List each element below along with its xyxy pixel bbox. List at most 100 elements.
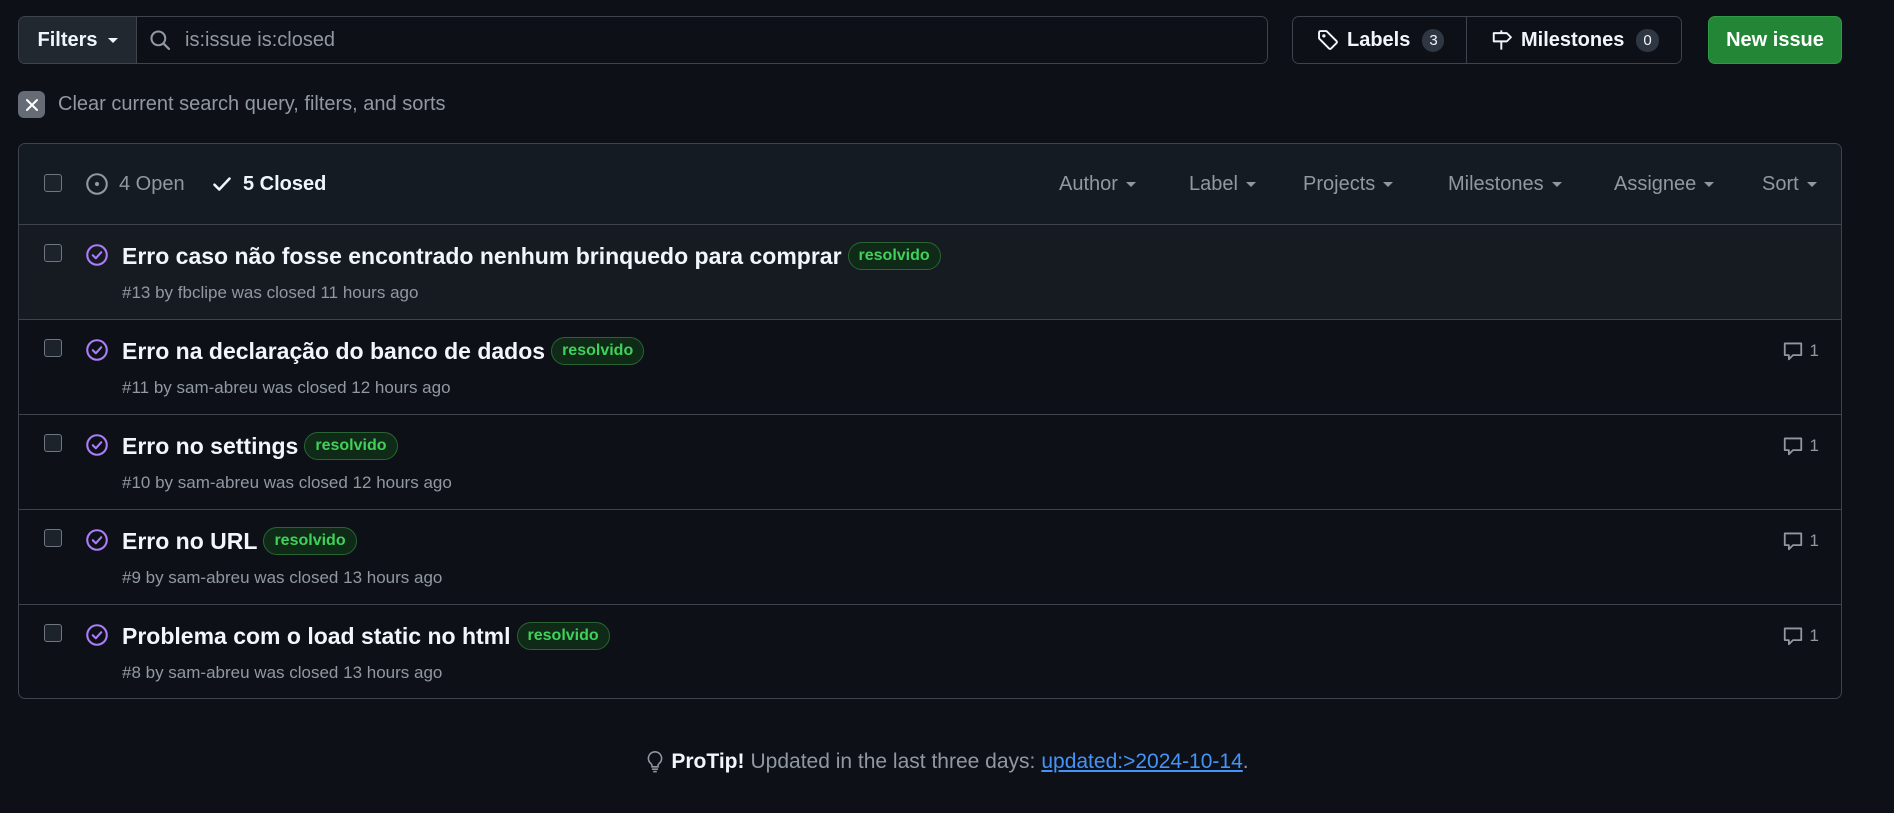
issue-closed-icon <box>85 528 109 552</box>
issue-row[interactable]: Erro no URL resolvido #9 by sam-abreu wa… <box>19 510 1841 605</box>
comments-count: 1 <box>1809 626 1819 645</box>
issue-row[interactable]: Problema com o load static no html resol… <box>19 605 1841 698</box>
milestone-icon <box>1491 29 1513 51</box>
issue-checkbox[interactable] <box>44 624 62 642</box>
caret-down-icon <box>1125 181 1136 187</box>
author-filter-menu[interactable]: Author <box>1059 144 1136 224</box>
issue-title-link[interactable]: Problema com o load static no html <box>122 623 511 650</box>
issues-toolbar: Filters Labels 3 Milestones 0 New issue <box>18 16 1842 64</box>
protip: ProTip! Updated in the last three days: … <box>0 750 1894 774</box>
clear-query-text: Clear current search query, filters, and… <box>58 93 446 115</box>
issues-list: 4 Open 5 Closed Author Label Projects Mi… <box>18 143 1842 699</box>
search-icon <box>149 29 171 51</box>
protip-heading: ProTip! <box>671 750 745 773</box>
search-box[interactable] <box>137 17 1267 63</box>
comments-count: 1 <box>1809 341 1819 360</box>
assignee-filter-menu[interactable]: Assignee <box>1614 144 1715 224</box>
caret-down-icon <box>1245 181 1256 187</box>
projects-filter-label: Projects <box>1303 172 1376 195</box>
issue-label-badge[interactable]: resolvido <box>551 337 645 365</box>
clear-query-link[interactable]: Clear current search query, filters, and… <box>18 91 446 118</box>
issue-row[interactable]: Erro caso não fosse encontrado nenhum br… <box>19 225 1841 320</box>
comment-icon <box>1782 340 1804 362</box>
closed-issues-label: 5 Closed <box>243 172 327 195</box>
issue-checkbox[interactable] <box>44 244 62 262</box>
label-filter-label: Label <box>1189 172 1238 195</box>
issue-title-link[interactable]: Erro caso não fosse encontrado nenhum br… <box>122 243 842 270</box>
issue-label-badge[interactable]: resolvido <box>516 622 610 650</box>
new-issue-button[interactable]: New issue <box>1708 16 1842 64</box>
issue-closed-icon <box>85 433 109 457</box>
issue-meta: #10 by sam-abreu was closed 12 hours ago <box>122 473 452 492</box>
comments-link[interactable]: 1 <box>1782 435 1819 457</box>
issue-closed-icon <box>85 623 109 647</box>
open-issues-label: 4 Open <box>119 172 185 195</box>
issue-label-badge[interactable]: resolvido <box>263 527 357 555</box>
caret-down-icon <box>107 37 118 43</box>
issue-title-line: Erro na declaração do banco de dados res… <box>122 337 645 365</box>
caret-down-icon <box>1383 181 1394 187</box>
tag-icon <box>1317 29 1339 51</box>
issue-meta: #11 by sam-abreu was closed 12 hours ago <box>122 378 451 397</box>
issue-title-line: Erro no settings resolvido <box>122 432 398 460</box>
filters-button[interactable]: Filters <box>19 17 137 63</box>
author-filter-label: Author <box>1059 172 1118 195</box>
issue-closed-icon <box>85 338 109 362</box>
issue-title-link[interactable]: Erro na declaração do banco de dados <box>122 338 545 365</box>
issue-checkbox[interactable] <box>44 339 62 357</box>
search-input[interactable] <box>171 17 1267 63</box>
issue-meta: #9 by sam-abreu was closed 13 hours ago <box>122 568 443 587</box>
issue-title-link[interactable]: Erro no URL <box>122 528 257 555</box>
issue-title-line: Problema com o load static no html resol… <box>122 622 610 650</box>
x-icon <box>18 91 45 118</box>
check-icon <box>211 173 233 195</box>
milestones-count-badge: 0 <box>1636 28 1659 52</box>
issue-label-badge[interactable]: resolvido <box>304 432 398 460</box>
protip-suffix: . <box>1242 750 1249 773</box>
labels-milestones-group: Labels 3 Milestones 0 <box>1292 16 1682 64</box>
projects-filter-menu[interactable]: Projects <box>1303 144 1394 224</box>
open-issues-tab[interactable]: 4 Open <box>85 144 185 224</box>
comments-count: 1 <box>1809 436 1819 455</box>
sort-menu[interactable]: Sort <box>1762 144 1817 224</box>
issue-title-line: Erro no URL resolvido <box>122 527 357 555</box>
issue-checkbox[interactable] <box>44 434 62 452</box>
caret-down-icon <box>1806 181 1817 187</box>
issue-title-line: Erro caso não fosse encontrado nenhum br… <box>122 242 941 270</box>
light-bulb-icon <box>645 750 665 774</box>
milestones-button[interactable]: Milestones 0 <box>1467 17 1681 63</box>
issue-title-link[interactable]: Erro no settings <box>122 433 298 460</box>
labels-button[interactable]: Labels 3 <box>1293 17 1467 63</box>
comments-link[interactable]: 1 <box>1782 530 1819 552</box>
issue-opened-icon <box>85 172 109 196</box>
labels-count-badge: 3 <box>1422 28 1445 52</box>
issue-closed-icon <box>85 243 109 267</box>
sort-label: Sort <box>1762 172 1799 195</box>
comment-icon <box>1782 530 1804 552</box>
issue-label-badge[interactable]: resolvido <box>847 242 941 270</box>
issue-row[interactable]: Erro no settings resolvido #10 by sam-ab… <box>19 415 1841 510</box>
issue-row[interactable]: Erro na declaração do banco de dados res… <box>19 320 1841 415</box>
caret-down-icon <box>1704 181 1715 187</box>
filters-search-group: Filters <box>18 16 1268 64</box>
milestones-filter-menu[interactable]: Milestones <box>1448 144 1562 224</box>
assignee-filter-label: Assignee <box>1614 172 1697 195</box>
labels-label: Labels <box>1347 28 1411 51</box>
caret-down-icon <box>1551 181 1562 187</box>
protip-link[interactable]: updated:>2024-10-14 <box>1041 750 1242 774</box>
filters-label: Filters <box>37 28 98 51</box>
issue-meta: #13 by fbclipe was closed 11 hours ago <box>122 283 419 302</box>
milestones-filter-label: Milestones <box>1448 172 1544 195</box>
milestones-label: Milestones <box>1521 28 1625 51</box>
closed-issues-tab[interactable]: 5 Closed <box>211 144 326 224</box>
comments-count: 1 <box>1809 531 1819 550</box>
comment-icon <box>1782 435 1804 457</box>
label-filter-menu[interactable]: Label <box>1189 144 1256 224</box>
issue-checkbox[interactable] <box>44 529 62 547</box>
comments-link[interactable]: 1 <box>1782 340 1819 362</box>
issues-list-header: 4 Open 5 Closed Author Label Projects Mi… <box>19 144 1841 225</box>
comment-icon <box>1782 625 1804 647</box>
select-all-checkbox[interactable] <box>44 174 62 192</box>
comments-link[interactable]: 1 <box>1782 625 1819 647</box>
issue-meta: #8 by sam-abreu was closed 13 hours ago <box>122 663 443 682</box>
